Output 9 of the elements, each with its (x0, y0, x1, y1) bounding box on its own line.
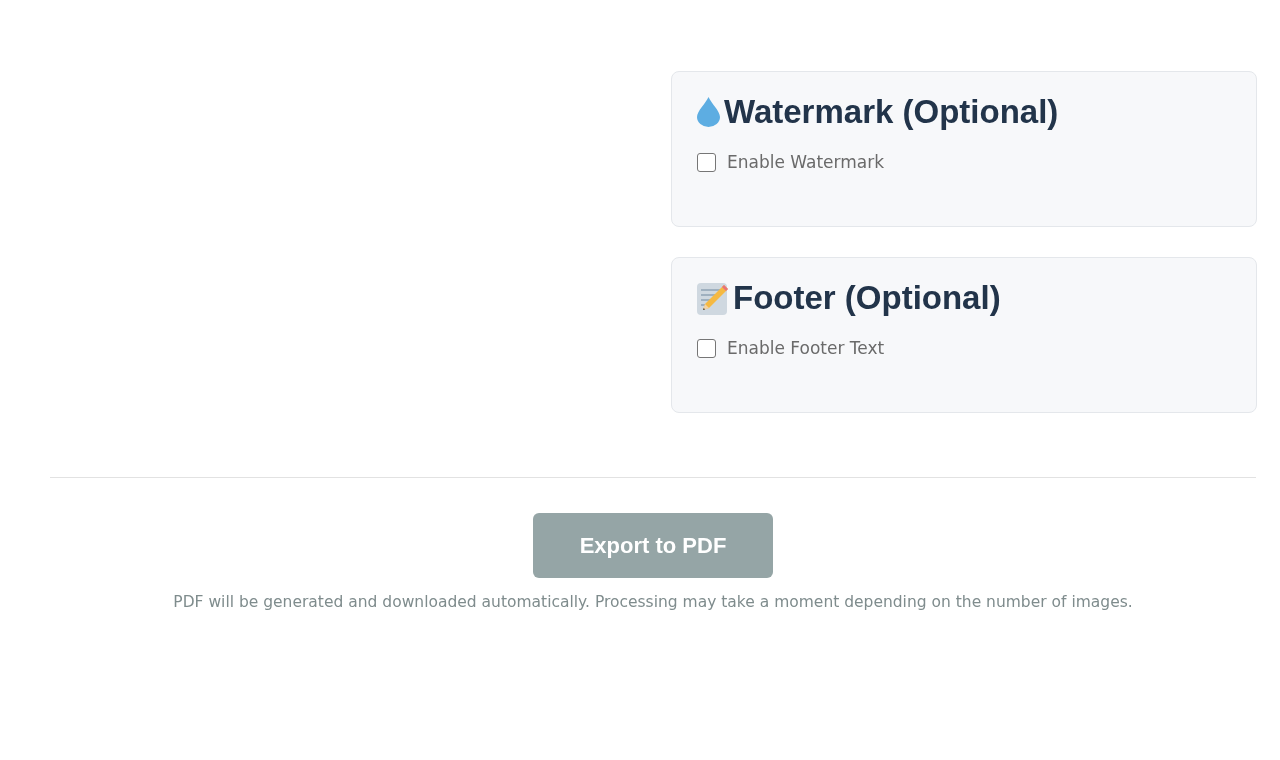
droplet-icon (697, 97, 720, 127)
export-note: PDF will be generated and downloaded automatically. Processing may take a moment depending on the number of images. (173, 593, 1133, 611)
section-title: Watermark (Optional) (724, 92, 1059, 132)
section-title: Footer (Optional) (733, 278, 1001, 318)
notepad-pencil-icon (697, 281, 729, 315)
checkbox-label: Enable Footer Text (727, 338, 885, 358)
checkbox[interactable] (697, 152, 716, 172)
checkbox[interactable] (697, 338, 716, 358)
checkbox-label: Enable Watermark (727, 152, 885, 172)
